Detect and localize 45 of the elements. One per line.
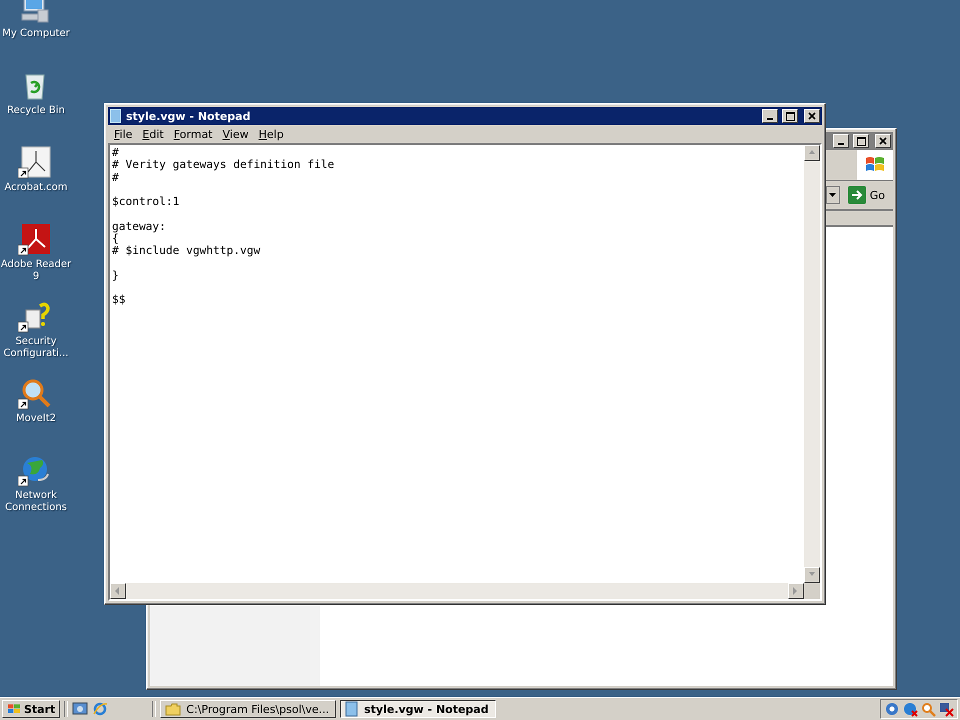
- scrollbar-corner: [804, 583, 820, 599]
- icon-label[interactable]: Adobe Reader 9: [0, 259, 72, 283]
- taskbar-button[interactable]: style.vgw - Notepad: [340, 700, 496, 718]
- menu-item[interactable]: View: [218, 128, 255, 140]
- desktop-icon[interactable]: [72, 701, 88, 717]
- maximize-icon: [856, 136, 866, 146]
- error-icon[interactable]: [938, 701, 954, 717]
- arrow-right-icon: [848, 186, 866, 204]
- maximize-button[interactable]: [782, 109, 798, 123]
- menu-item[interactable]: File: [110, 128, 138, 140]
- icon-label[interactable]: My Computer: [0, 28, 72, 40]
- icon-label[interactable]: Network Connections: [0, 490, 72, 514]
- close-button[interactable]: [804, 109, 820, 123]
- folder-icon: [165, 702, 182, 716]
- menu-item[interactable]: Format: [170, 128, 218, 140]
- close-icon: [808, 112, 816, 120]
- icon-label[interactable]: Acrobat.com: [0, 182, 72, 194]
- menu-item[interactable]: Edit: [138, 128, 170, 140]
- vertical-scrollbar[interactable]: [804, 145, 820, 583]
- arrow-right-icon: [792, 587, 800, 595]
- notepad-icon: [345, 701, 360, 717]
- search-icon[interactable]: [920, 701, 936, 717]
- caret-icon: [829, 193, 836, 197]
- maximize-icon: [786, 112, 794, 120]
- maximize-button[interactable]: [853, 134, 869, 148]
- taskbar-button[interactable]: C:\Program Files\psol\ve...: [160, 700, 336, 718]
- close-icon: [879, 137, 887, 145]
- horizontal-scrollbar[interactable]: [110, 583, 804, 599]
- dropdown-button[interactable]: [826, 186, 840, 204]
- windows-logo-icon: [865, 156, 885, 174]
- network-icon[interactable]: [884, 701, 900, 717]
- icon-label[interactable]: MoveIt2: [0, 413, 72, 425]
- close-button[interactable]: [875, 134, 891, 148]
- window-title: style.vgw - Notepad: [126, 110, 252, 122]
- menu-item[interactable]: Help: [254, 128, 290, 140]
- minimize-button[interactable]: [833, 134, 849, 148]
- minimize-button[interactable]: [762, 109, 778, 123]
- windows-logo-icon: [7, 703, 21, 715]
- icon-label[interactable]: Recycle Bin: [0, 105, 72, 117]
- connection-icon[interactable]: [902, 701, 918, 717]
- arrow-left-icon: [114, 587, 122, 595]
- start-button[interactable]: Start: [2, 700, 60, 718]
- notepad-icon: [110, 109, 122, 123]
- arrow-up-icon: [808, 149, 816, 157]
- icon-label[interactable]: Security Configurati...: [0, 336, 72, 360]
